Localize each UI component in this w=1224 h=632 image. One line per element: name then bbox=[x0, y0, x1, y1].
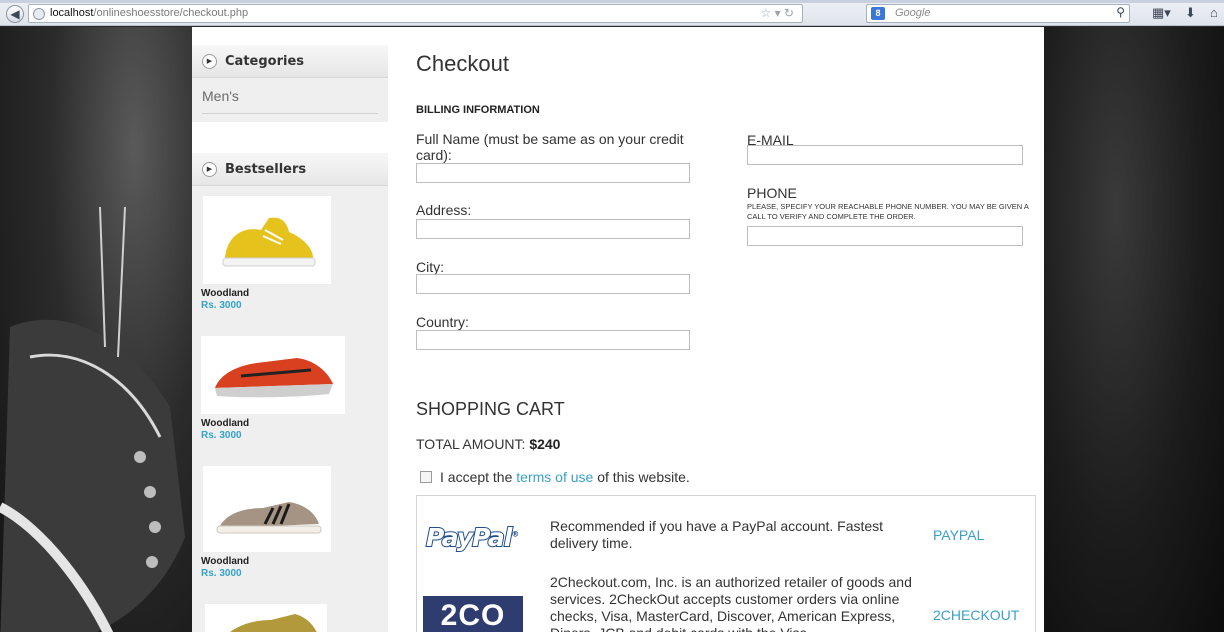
bookmark-star-icon[interactable]: ☆ ▾ ↻ bbox=[760, 6, 794, 20]
product-card[interactable]: Woodland Rs. 3000 bbox=[192, 196, 388, 311]
product-name[interactable]: Woodland bbox=[201, 288, 388, 299]
bestsellers-title: Bestsellers bbox=[225, 161, 307, 177]
shopping-cart-heading: SHOPPING CART bbox=[416, 399, 565, 419]
checkout-main: Checkout BILLING INFORMATION Full Name (… bbox=[388, 45, 1044, 632]
product-price: Rs. 3000 bbox=[201, 300, 242, 311]
2checkout-link[interactable]: 2CHECKOUT bbox=[933, 607, 1019, 623]
olive-sneaker-image[interactable] bbox=[205, 604, 327, 632]
terms-link[interactable]: terms of use bbox=[516, 469, 593, 485]
bestsellers-header: ▶ Bestsellers bbox=[192, 153, 388, 186]
terms-row: I accept the terms of use of this websit… bbox=[420, 469, 690, 485]
page-title: Checkout bbox=[416, 51, 509, 76]
terms-checkbox[interactable] bbox=[420, 471, 432, 483]
play-arrow-icon: ▶ bbox=[202, 53, 217, 69]
product-name[interactable]: Woodland bbox=[201, 556, 388, 567]
email-input[interactable] bbox=[747, 145, 1023, 165]
paypal-link[interactable]: PAYPAL bbox=[933, 527, 984, 543]
total-amount: TOTAL AMOUNT: $240 bbox=[416, 436, 560, 452]
product-card[interactable] bbox=[192, 604, 388, 632]
globe-icon bbox=[33, 8, 45, 20]
bookmarks-icon[interactable]: ▦▾ bbox=[1152, 5, 1171, 21]
city-label: City: bbox=[416, 259, 444, 275]
full-name-label: Full Name (must be same as on your credi… bbox=[416, 131, 684, 163]
background-image-left bbox=[0, 27, 192, 632]
payment-methods: PayPal® Recommended if you have a PayPal… bbox=[416, 495, 1036, 632]
phone-note: Please, specify your reachable phone num… bbox=[747, 202, 1029, 221]
product-price: Rs. 3000 bbox=[201, 568, 242, 579]
back-button[interactable]: ◀ bbox=[6, 5, 24, 23]
phone-input[interactable] bbox=[747, 226, 1023, 246]
terms-suffix: of this website. bbox=[597, 469, 690, 485]
categories-header: ▶ Categories bbox=[192, 45, 388, 78]
grey-striped-sneaker-image[interactable] bbox=[203, 466, 331, 552]
country-input[interactable] bbox=[416, 330, 690, 350]
city-input[interactable] bbox=[416, 274, 690, 294]
sidebar-spacer bbox=[192, 122, 388, 153]
paypal-logo: PayPal® bbox=[425, 522, 519, 553]
product-card[interactable]: Woodland Rs. 3000 bbox=[192, 336, 388, 441]
red-running-shoe-image[interactable] bbox=[201, 336, 345, 414]
2checkout-logo: 2CO bbox=[423, 596, 523, 632]
search-placeholder: Google bbox=[895, 7, 931, 19]
total-value: $240 bbox=[529, 436, 561, 452]
download-icon[interactable]: ⬇ bbox=[1185, 5, 1196, 21]
payment-option-paypal[interactable]: PayPal® Recommended if you have a PayPal… bbox=[417, 496, 1037, 581]
2checkout-description: 2Checkout.com, Inc. is an authorized ret… bbox=[550, 574, 912, 632]
background-image-right bbox=[1044, 27, 1224, 632]
paypal-description: Recommended if you have a PayPal account… bbox=[550, 518, 884, 551]
hanging-sneaker-image bbox=[0, 207, 185, 632]
payment-option-2checkout[interactable]: 2CO 2Checkout.com, Inc. is an authorized… bbox=[417, 574, 1037, 632]
categories-title: Categories bbox=[225, 53, 305, 69]
categories-box: ▶ Categories Men's bbox=[192, 45, 388, 122]
product-card[interactable]: Woodland Rs. 3000 bbox=[192, 466, 388, 579]
url-text: localhost/onlineshoesstore/checkout.php bbox=[50, 7, 249, 19]
page-top-strip bbox=[192, 27, 1044, 45]
play-arrow-icon: ▶ bbox=[202, 161, 217, 177]
search-icon[interactable]: ⚲ bbox=[1116, 5, 1125, 19]
yellow-sneaker-image[interactable] bbox=[203, 196, 331, 284]
address-bar[interactable]: localhost/onlineshoesstore/checkout.php … bbox=[28, 4, 803, 23]
phone-label: PHONE bbox=[747, 185, 797, 201]
country-label: Country: bbox=[416, 314, 469, 330]
browser-toolbar: ◀ localhost/onlineshoesstore/checkout.ph… bbox=[0, 0, 1224, 26]
product-name[interactable]: Woodland bbox=[201, 418, 388, 429]
bestsellers-box: ▶ Bestsellers Woodland Rs. 3000 Woodland… bbox=[192, 153, 388, 632]
search-bar[interactable]: 8 Google ⚲ bbox=[866, 4, 1130, 23]
google-icon[interactable]: 8 bbox=[871, 7, 885, 20]
full-name-input[interactable] bbox=[416, 163, 690, 183]
terms-prefix: I accept the bbox=[440, 469, 513, 485]
total-label: TOTAL AMOUNT: bbox=[416, 436, 526, 452]
tab-strip bbox=[0, 0, 1224, 3]
address-input[interactable] bbox=[416, 219, 690, 239]
billing-heading: BILLING INFORMATION bbox=[416, 104, 540, 116]
category-item-mens[interactable]: Men's bbox=[202, 88, 378, 114]
home-icon[interactable]: ⌂ bbox=[1210, 5, 1218, 20]
address-label: Address: bbox=[416, 202, 472, 218]
sidebar: ▶ Categories Men's ▶ Bestsellers Woodlan… bbox=[192, 45, 388, 632]
product-price: Rs. 3000 bbox=[201, 430, 242, 441]
